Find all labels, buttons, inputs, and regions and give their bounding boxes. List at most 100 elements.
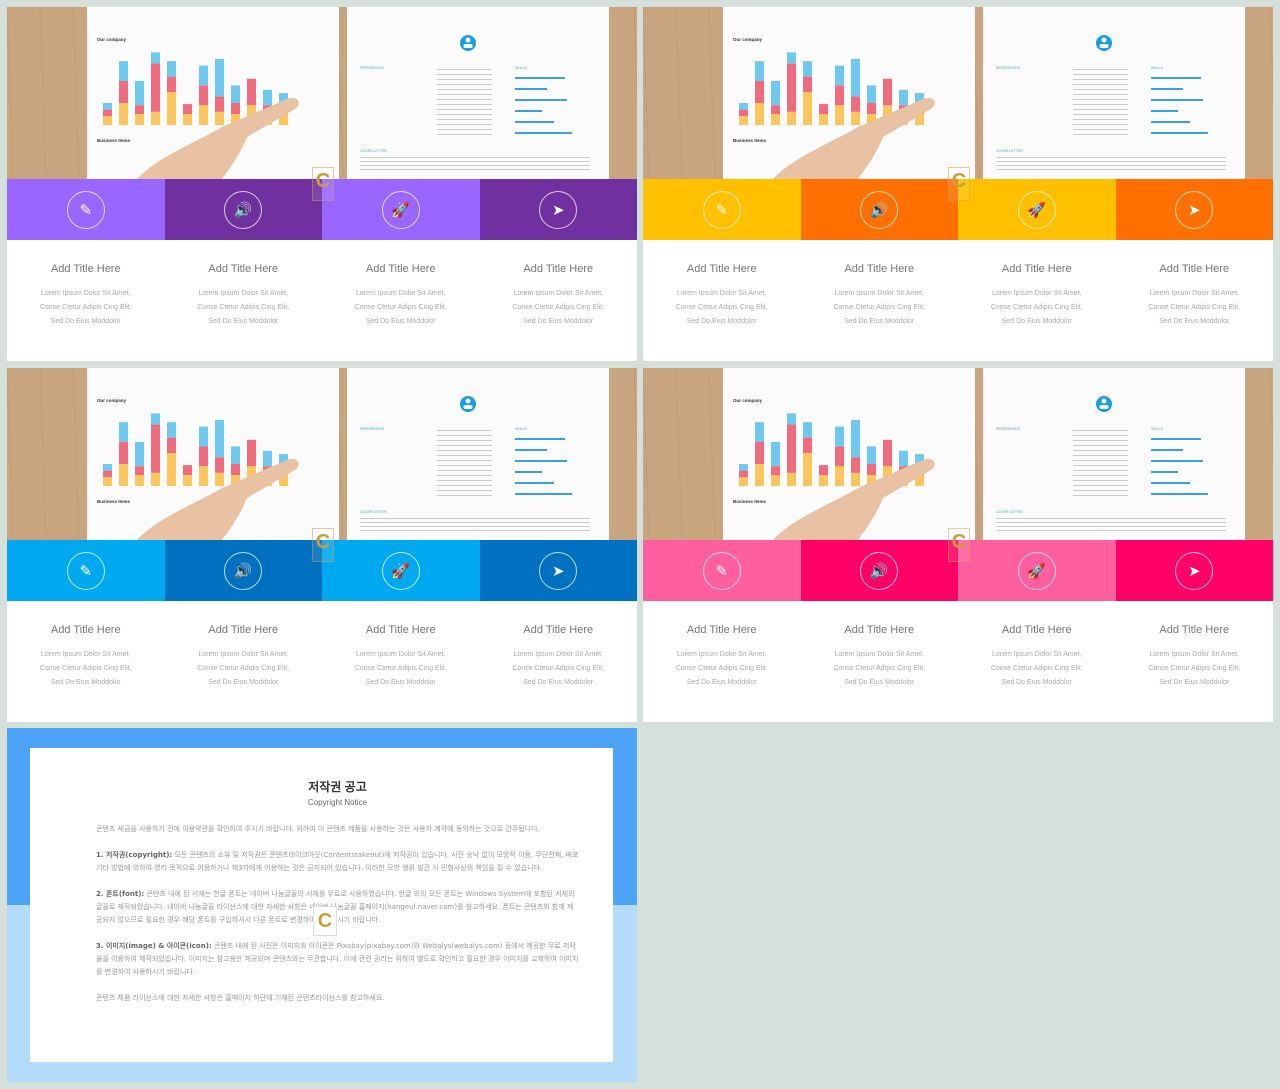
edit-note-icon: ✎ xyxy=(702,190,741,229)
photo-bar xyxy=(199,105,208,125)
photo-bar xyxy=(103,109,112,117)
photo-bar xyxy=(883,439,892,467)
photo-bar xyxy=(867,85,876,103)
column-title: Add Title Here xyxy=(365,263,436,275)
photo-bar xyxy=(263,450,272,467)
photo-bar xyxy=(199,65,208,86)
column-title: Add Title Here xyxy=(208,263,279,275)
photo-bar xyxy=(851,96,860,112)
photo-skills: SKILLS xyxy=(515,427,528,431)
photo-cover-letter: COVER LETTER xyxy=(996,149,1023,153)
column-title: Add Title Here xyxy=(1159,624,1230,636)
photo-bar xyxy=(231,446,240,464)
icon-cell: 🚀 xyxy=(322,540,480,601)
column-description: Lorem Ipsum Dolor Sit Amet, Conse Ctetur… xyxy=(1148,290,1241,325)
photo-skills: SKILLS xyxy=(1151,66,1164,70)
hero-photo: Our company Business Items REFERENCES SKILL… xyxy=(7,7,637,180)
photo-bar xyxy=(167,61,176,77)
photo-bar xyxy=(771,466,780,475)
feature-column: Add Title Here Lorem Ipsum Dolor Sit Amet… xyxy=(958,601,1116,722)
photo-bar xyxy=(899,89,908,106)
icon-cell: ✎ xyxy=(7,179,165,240)
photo-bar xyxy=(739,470,748,478)
column-title: Add Title Here xyxy=(50,263,121,275)
column-description: Lorem Ipsum Dolor Sit Amet, Conse Ctetur… xyxy=(512,651,605,686)
column-description: Lorem Ipsum Dolor Sit Amet, Conse Ctetur… xyxy=(39,290,132,325)
photo-bar xyxy=(135,105,144,114)
feature-columns: Add Title Here Lorem Ipsum Dolor Sit Amet… xyxy=(7,601,637,722)
feature-columns: Add Title Here Lorem Ipsum Dolor Sit Amet… xyxy=(643,601,1273,722)
photo-bar xyxy=(167,92,176,125)
photo-bar xyxy=(215,59,224,97)
feature-column: Add Title Here Lorem Ipsum Dolor Sit Amet… xyxy=(165,240,323,361)
icon-cell: 🚀 xyxy=(958,540,1116,601)
photo-bar xyxy=(103,470,112,478)
column-description: Lorem Ipsum Dolor Sit Amet, Conse Ctetur… xyxy=(833,290,926,325)
photo-chart-title: Our company xyxy=(97,398,127,403)
column-description: Lorem Ipsum Dolor Sit Amet, Conse Ctetur… xyxy=(197,651,290,686)
photo-bar xyxy=(231,464,240,475)
column-description: Lorem Ipsum Dolor Sit Amet, Conse Ctetur… xyxy=(675,290,768,325)
copyright-intro: 콘텐츠 세금을 사용하기 전에 이용약관을 확인하여 주시기 바랍니다. 위하여… xyxy=(96,825,540,833)
photo-bar xyxy=(119,422,128,442)
watermark-logo: C xyxy=(312,528,334,562)
photo-bar xyxy=(739,477,748,486)
photo-bar xyxy=(771,442,780,467)
photo-bar xyxy=(851,59,860,97)
feature-column: Add Title Here Lorem Ipsum Dolor Sit Amet… xyxy=(801,240,959,361)
photo-bar xyxy=(103,464,112,471)
icon-cell: 🔊 xyxy=(164,179,322,240)
section-heading: 1. 저작권(copyright): xyxy=(96,851,173,859)
column-description: Lorem Ipsum Dolor Sit Amet, Conse Ctetur… xyxy=(512,290,605,325)
column-description: Lorem Ipsum Dolor Sit Amet, Conse Ctetur… xyxy=(990,290,1083,325)
icon-cell: ➤ xyxy=(1115,540,1273,601)
slide-pink: Our company Business Items REFERENCES SKILL… xyxy=(643,368,1273,722)
photo-bar xyxy=(151,424,160,473)
watermark-logo: C xyxy=(948,528,970,562)
icon-cell: 🔊 xyxy=(164,540,322,601)
photo-bar xyxy=(135,466,144,475)
rocket-icon: 🚀 xyxy=(381,551,420,590)
photo-bar xyxy=(819,114,828,125)
paper-plane-icon: ➤ xyxy=(1175,551,1214,590)
column-title: Add Title Here xyxy=(1001,263,1072,275)
photo-bar xyxy=(135,442,144,467)
photo-bar xyxy=(867,446,876,464)
photo-bar xyxy=(151,472,160,486)
photo-section-title: Business Items xyxy=(97,138,131,143)
photo-bar xyxy=(755,81,764,103)
photo-bar xyxy=(739,109,748,117)
copyright-notice-slide: 저작권 공고 Copyright Notice 콘텐츠 세금을 사용하기 전에 … xyxy=(7,728,637,1082)
photo-bar xyxy=(787,472,796,486)
column-title: Add Title Here xyxy=(50,624,121,636)
photo-references: REFERENCES xyxy=(360,66,385,70)
slide-blue: Our company Business Items REFERENCES SKILL… xyxy=(7,368,637,722)
icon-cell: ✎ xyxy=(643,540,801,601)
paper-plane-icon: ➤ xyxy=(1175,190,1214,229)
photo-bar xyxy=(119,442,128,464)
photo-bar xyxy=(215,457,224,473)
photo-bar xyxy=(835,466,844,486)
photo-bar xyxy=(803,92,812,125)
photo-bar xyxy=(835,446,844,467)
section-heading: 2. 폰트(font): xyxy=(96,890,145,898)
speaker-icon: 🔊 xyxy=(860,551,899,590)
photo-bar xyxy=(167,437,176,453)
photo-references: REFERENCES xyxy=(996,427,1021,431)
icon-cell: ➤ xyxy=(479,540,637,601)
copyright-outro: 콘텐츠 제품 라이선스에 대한 자세한 사항은 홈페이지 하단에 기재된 콘텐츠… xyxy=(96,994,385,1002)
photo-bar xyxy=(103,103,112,110)
watermark-logo: C xyxy=(948,167,970,201)
watermark-logo: C xyxy=(312,167,334,201)
photo-bar xyxy=(771,114,780,125)
photo-bar xyxy=(755,442,764,464)
photo-bar xyxy=(183,114,192,125)
column-description: Lorem Ipsum Dolor Sit Amet, Conse Ctetur… xyxy=(990,651,1083,686)
photo-bar xyxy=(231,85,240,103)
photo-bar xyxy=(151,413,160,425)
rocket-icon: 🚀 xyxy=(1017,551,1056,590)
photo-bar xyxy=(119,103,128,125)
photo-bar xyxy=(851,472,860,486)
speaker-icon: 🔊 xyxy=(224,551,263,590)
copyright-card: 저작권 공고 Copyright Notice 콘텐츠 세금을 사용하기 전에 … xyxy=(30,748,613,1062)
